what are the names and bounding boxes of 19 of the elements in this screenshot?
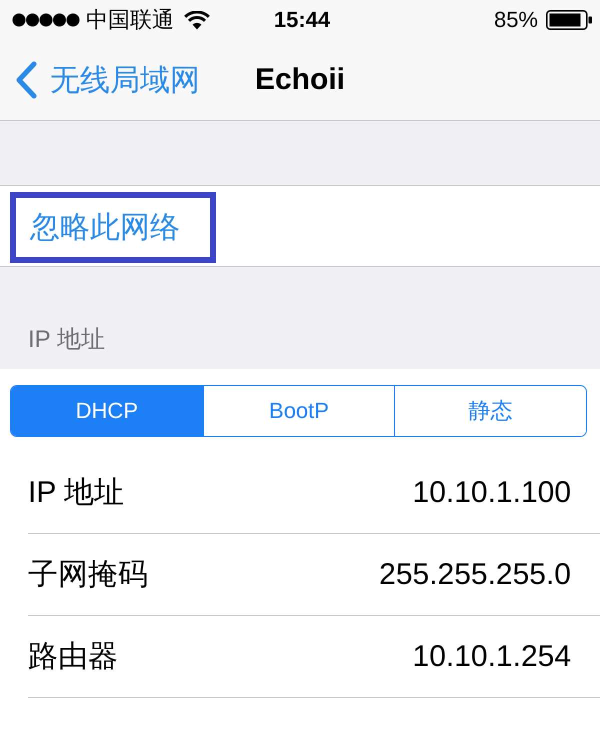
back-button[interactable]: 无线局域网	[14, 60, 200, 100]
clock-time: 15:44	[274, 7, 330, 33]
forget-network-button[interactable]: 忽略此网络	[30, 207, 180, 248]
field-label: IP 地址	[28, 475, 124, 511]
field-value: 10.10.1.100	[412, 476, 571, 510]
signal-dots-icon	[12, 13, 80, 27]
back-chevron-icon	[14, 61, 38, 99]
field-value: 255.255.255.0	[379, 558, 571, 592]
navigation-title: Echoii	[254, 63, 345, 97]
field-label: 路由器	[28, 639, 118, 675]
field-value: 10.10.1.254	[412, 640, 571, 674]
wifi-icon	[184, 10, 210, 30]
segment-tab[interactable]: DHCP	[11, 386, 203, 436]
segment-tab[interactable]: 静态	[394, 386, 586, 436]
battery-percentage: 85%	[494, 7, 538, 33]
carrier-name: 中国联通	[86, 6, 174, 34]
battery-icon	[546, 10, 592, 30]
section-header-text: IP 地址	[28, 325, 105, 355]
field-label: 子网掩码	[28, 557, 148, 593]
